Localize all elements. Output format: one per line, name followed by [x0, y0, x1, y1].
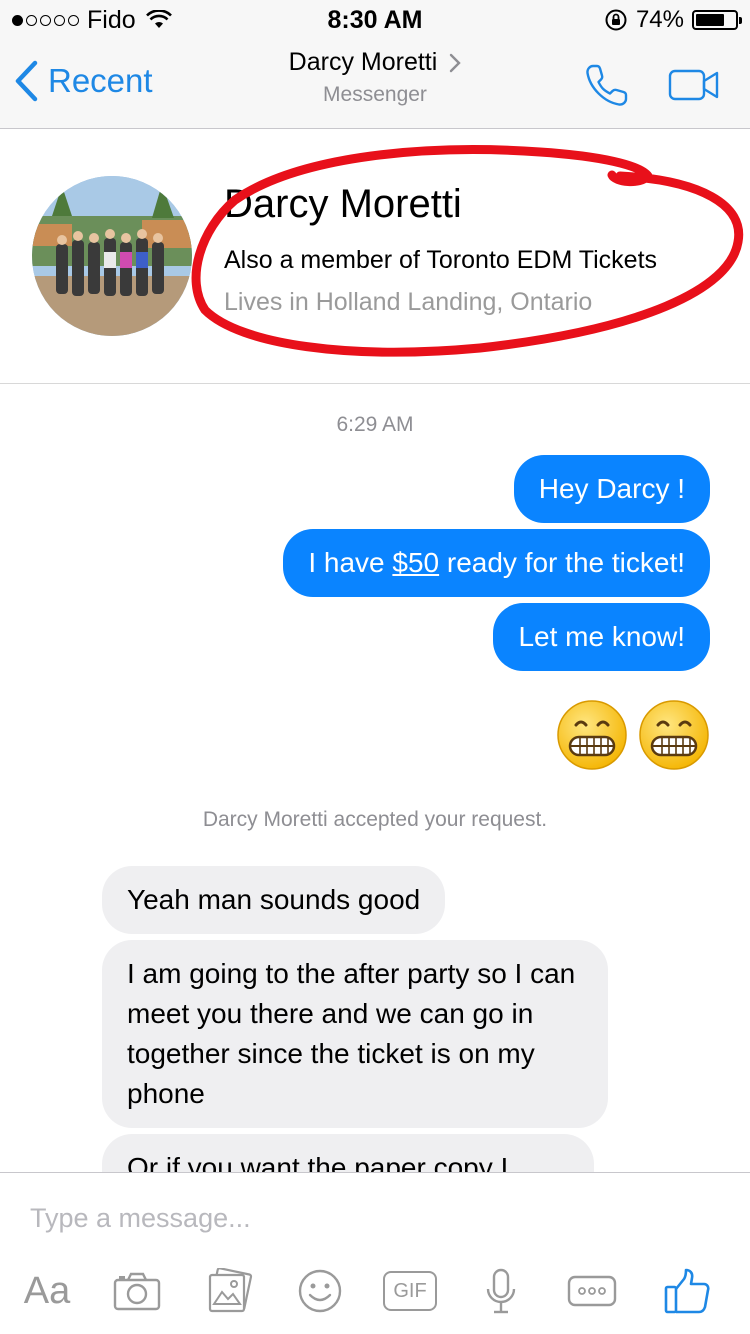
outgoing-message[interactable]: Hey Darcy !	[513, 455, 710, 523]
chevron-right-icon	[450, 53, 462, 72]
text-format-icon[interactable]: Aa	[18, 1261, 76, 1321]
message-thread[interactable]: 6:29 AM Hey Darcy ! I have $50 ready for…	[0, 385, 750, 1172]
incoming-message[interactable]: I am going to the after party so I can m…	[102, 940, 608, 1128]
battery-percent: 74%	[635, 6, 684, 33]
profile-header: Darcy Moretti Also a member of Toronto E…	[0, 130, 750, 384]
contact-name: Darcy Moretti	[288, 48, 438, 76]
sticker-smiley-icon[interactable]	[294, 1261, 346, 1321]
grimacing-face-emoji	[639, 700, 709, 770]
profile-mutual-group: Also a member of Toronto EDM Tickets	[224, 246, 658, 274]
status-bar: Fido 8:30 AM 74%	[0, 0, 750, 40]
rotation-lock-icon	[605, 9, 627, 31]
text-format-label: Aa	[23, 1269, 71, 1312]
system-message: Darcy Moretti accepted your request.	[202, 808, 548, 831]
thumbs-up-icon[interactable]	[660, 1261, 714, 1321]
composer-toolbar: Aa GIF	[0, 1261, 750, 1321]
message-text: I have	[308, 547, 393, 578]
incoming-message[interactable]: Yeah man sounds good	[102, 866, 446, 934]
gif-icon[interactable]: GIF	[382, 1261, 438, 1321]
grimacing-face-emoji	[557, 700, 627, 770]
more-icon[interactable]	[564, 1261, 620, 1321]
profile-name: Darcy Moretti	[224, 182, 462, 226]
battery-status: 74%	[604, 6, 742, 34]
outgoing-message[interactable]: I have $50 ready for the ticket!	[283, 529, 710, 597]
avatar[interactable]	[32, 176, 192, 336]
phone-icon[interactable]	[584, 62, 630, 108]
message-text: ready for the ticket!	[439, 547, 685, 578]
money-link[interactable]: $50	[392, 547, 439, 578]
message-input[interactable]	[30, 1203, 720, 1234]
conversation-title[interactable]: Darcy Moretti Messenger	[200, 48, 550, 107]
outgoing-message[interactable]: Let me know!	[493, 603, 710, 671]
navigation-bar: Recent Darcy Moretti Messenger	[0, 40, 750, 129]
video-camera-icon[interactable]	[668, 68, 720, 102]
message-timestamp: 6:29 AM	[336, 413, 414, 436]
back-label: Recent	[48, 62, 153, 99]
camera-icon[interactable]	[108, 1261, 166, 1321]
photo-gallery-icon[interactable]	[202, 1261, 256, 1321]
app-subtitle: Messenger	[323, 83, 427, 106]
back-button[interactable]: Recent	[14, 60, 153, 102]
gif-label: GIF	[383, 1271, 437, 1311]
microphone-icon[interactable]	[478, 1261, 524, 1321]
message-composer: Aa GIF	[0, 1172, 750, 1334]
profile-location: Lives in Holland Landing, Ontario	[224, 288, 593, 316]
battery-icon	[692, 10, 742, 30]
chevron-left-icon	[15, 60, 38, 102]
incoming-message[interactable]: Or if you want the paper copy I	[102, 1134, 594, 1172]
emoji-message[interactable]	[556, 699, 710, 771]
profile-photo	[32, 176, 192, 336]
